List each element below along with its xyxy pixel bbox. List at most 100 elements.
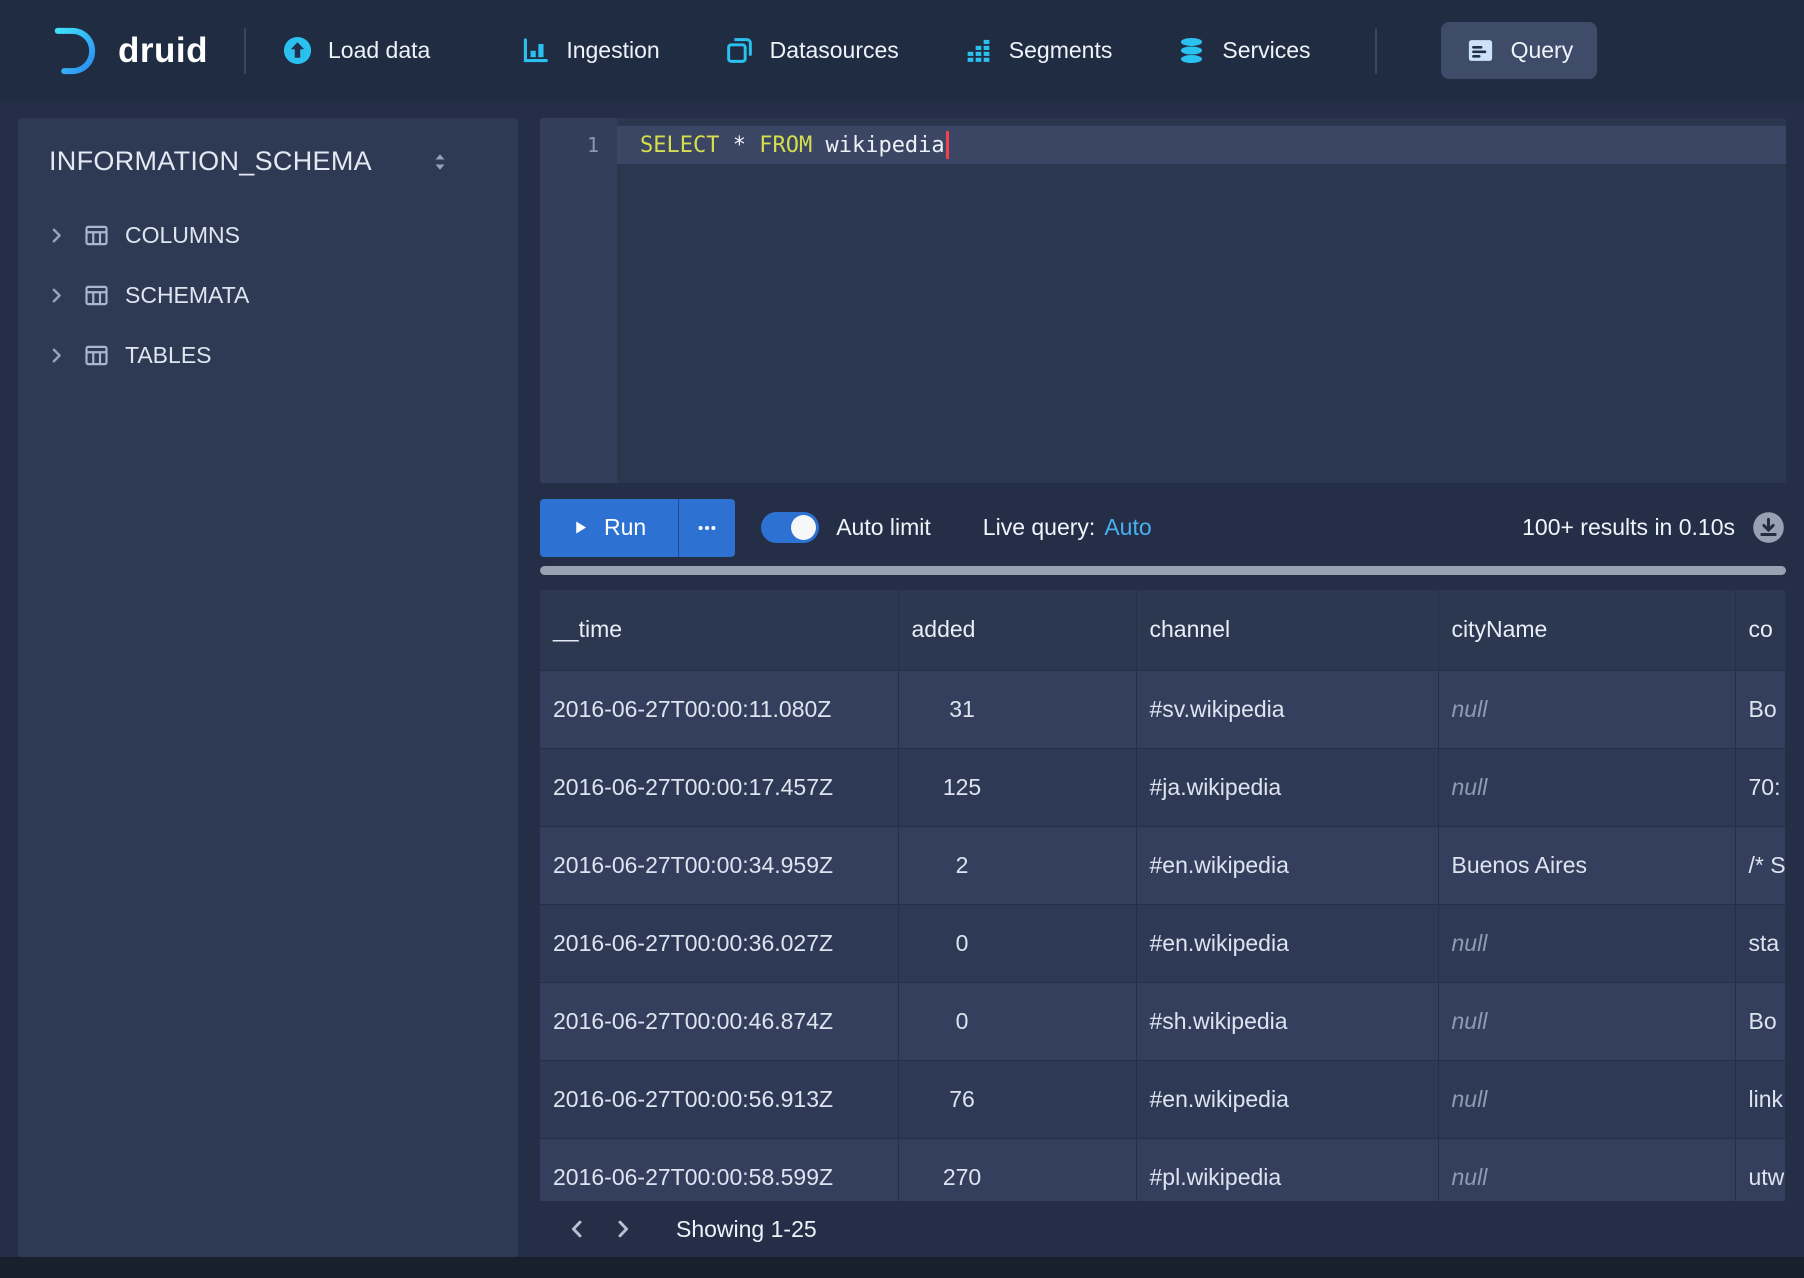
nav-item-label: Services xyxy=(1222,37,1310,64)
sidebar-item-label: COLUMNS xyxy=(125,222,240,249)
table-cell: null xyxy=(1438,904,1735,982)
nav-item-label: Segments xyxy=(1009,37,1113,64)
download-icon xyxy=(1751,510,1786,545)
sidebar-item-tables[interactable]: TABLES xyxy=(18,325,518,385)
table-row[interactable]: 2016-06-27T00:00:34.959Z2#en.wikipediaBu… xyxy=(540,826,1786,904)
brand-name: druid xyxy=(118,31,208,71)
column-header-added[interactable]: added xyxy=(898,590,1136,670)
table-cell: link xyxy=(1735,1060,1786,1138)
schema-sidebar: INFORMATION_SCHEMA COLUMNS xyxy=(18,118,518,1257)
table-cell: 76 xyxy=(898,1060,1136,1138)
sql-text: wikipedia xyxy=(812,133,944,158)
column-header-comment[interactable]: co xyxy=(1735,590,1786,670)
schema-selector[interactable]: INFORMATION_SCHEMA xyxy=(18,146,518,177)
text-cursor xyxy=(946,131,949,159)
table-cell: 0 xyxy=(898,982,1136,1060)
table-cell: 2 xyxy=(898,826,1136,904)
table-cell: /* S xyxy=(1735,826,1786,904)
query-icon xyxy=(1465,35,1496,66)
query-toolbar: Run Auto limit Live query: Auto xyxy=(540,498,1786,557)
druid-logo[interactable]: druid xyxy=(42,25,208,77)
sidebar-title: INFORMATION_SCHEMA xyxy=(49,146,372,177)
live-query-label: Live query: xyxy=(983,514,1096,541)
column-header-channel[interactable]: channel xyxy=(1136,590,1438,670)
nav-item-load-data[interactable]: Load data xyxy=(282,35,430,66)
results-panel: __time added channel cityName co 2016-06… xyxy=(540,590,1786,1257)
run-button[interactable]: Run xyxy=(540,499,678,557)
nav-item-services[interactable]: Services xyxy=(1176,35,1310,66)
sidebar-item-columns[interactable]: COLUMNS xyxy=(18,205,518,265)
table-row[interactable]: 2016-06-27T00:00:17.457Z125#ja.wikipedia… xyxy=(540,748,1786,826)
table-cell: null xyxy=(1438,670,1735,748)
nav-item-segments[interactable]: Segments xyxy=(963,35,1113,66)
chevron-right-icon xyxy=(44,286,68,305)
chevron-right-icon xyxy=(44,226,68,245)
table-cell: null xyxy=(1438,748,1735,826)
table-cell: 2016-06-27T00:00:34.959Z xyxy=(540,826,898,904)
ingestion-icon xyxy=(520,35,551,66)
run-more-button[interactable] xyxy=(678,499,735,557)
table-cell: null xyxy=(1438,1060,1735,1138)
download-button[interactable] xyxy=(1751,510,1786,545)
table-cell: 2016-06-27T00:00:46.874Z xyxy=(540,982,898,1060)
table-cell: 31 xyxy=(898,670,1136,748)
table-icon xyxy=(83,222,110,249)
table-cell: Bo xyxy=(1735,670,1786,748)
table-row[interactable]: 2016-06-27T00:00:56.913Z76#en.wikipedian… xyxy=(540,1060,1786,1138)
results-scrollbar[interactable] xyxy=(540,566,1786,575)
segments-icon xyxy=(963,35,994,66)
table-cell: #en.wikipedia xyxy=(1136,904,1438,982)
chevron-right-icon xyxy=(612,1218,634,1240)
table-row[interactable]: 2016-06-27T00:00:36.027Z0#en.wikipedianu… xyxy=(540,904,1786,982)
table-cell: sta xyxy=(1735,904,1786,982)
nav-divider xyxy=(244,28,246,74)
auto-limit-label: Auto limit xyxy=(836,514,931,541)
column-header-cityname[interactable]: cityName xyxy=(1438,590,1735,670)
pagination: Showing 1-25 xyxy=(540,1201,1786,1257)
live-query: Live query: Auto xyxy=(983,514,1152,541)
nav-item-label: Load data xyxy=(328,37,430,64)
sql-text: * xyxy=(719,133,759,158)
live-query-value[interactable]: Auto xyxy=(1104,514,1151,541)
table-cell: Buenos Aires xyxy=(1438,826,1735,904)
results-tbody: 2016-06-27T00:00:11.080Z31#sv.wikipedian… xyxy=(540,670,1786,1216)
sidebar-item-schemata[interactable]: SCHEMATA xyxy=(18,265,518,325)
sql-keyword: FROM xyxy=(759,133,812,158)
table-cell: Bo xyxy=(1735,982,1786,1060)
toggle-knob xyxy=(791,515,816,540)
table-row[interactable]: 2016-06-27T00:00:46.874Z0#sh.wikipedianu… xyxy=(540,982,1786,1060)
header-row: __time added channel cityName co xyxy=(540,590,1786,670)
sql-editor[interactable]: 1 SELECT * FROM wikipedia xyxy=(540,118,1786,483)
nav-item-datasources[interactable]: Datasources xyxy=(724,35,899,66)
play-icon xyxy=(572,519,589,536)
table-cell: #ja.wikipedia xyxy=(1136,748,1438,826)
auto-limit-toggle[interactable] xyxy=(761,512,819,543)
table-cell: 2016-06-27T00:00:56.913Z xyxy=(540,1060,898,1138)
services-icon xyxy=(1176,35,1207,66)
nav-item-query[interactable]: Query xyxy=(1441,22,1598,79)
upload-icon xyxy=(282,35,313,66)
table-icon xyxy=(83,342,110,369)
run-button-group: Run xyxy=(540,499,735,557)
nav-divider xyxy=(1375,28,1377,74)
editor-gutter: 1 xyxy=(540,118,617,483)
topbar: druid Load data Ingestion xyxy=(0,0,1804,101)
table-cell: 2016-06-27T00:00:17.457Z xyxy=(540,748,898,826)
druid-logo-icon xyxy=(42,25,102,77)
results-info: 100+ results in 0.10s xyxy=(1522,514,1735,541)
sidebar-item-label: SCHEMATA xyxy=(125,282,249,309)
chevron-right-icon xyxy=(44,346,68,365)
double-caret-icon xyxy=(430,152,450,172)
next-page-button[interactable] xyxy=(600,1206,646,1252)
prev-page-button[interactable] xyxy=(554,1206,600,1252)
column-header-time[interactable]: __time xyxy=(540,590,898,670)
run-button-label: Run xyxy=(604,514,646,541)
table-row[interactable]: 2016-06-27T00:00:11.080Z31#sv.wikipedian… xyxy=(540,670,1786,748)
table-cell: #sv.wikipedia xyxy=(1136,670,1438,748)
query-main: 1 SELECT * FROM wikipedia Run xyxy=(540,118,1786,1257)
nav-item-ingestion[interactable]: Ingestion xyxy=(520,35,659,66)
table-cell: 0 xyxy=(898,904,1136,982)
line-number: 1 xyxy=(540,126,617,164)
table-cell: #en.wikipedia xyxy=(1136,826,1438,904)
table-cell: 2016-06-27T00:00:11.080Z xyxy=(540,670,898,748)
